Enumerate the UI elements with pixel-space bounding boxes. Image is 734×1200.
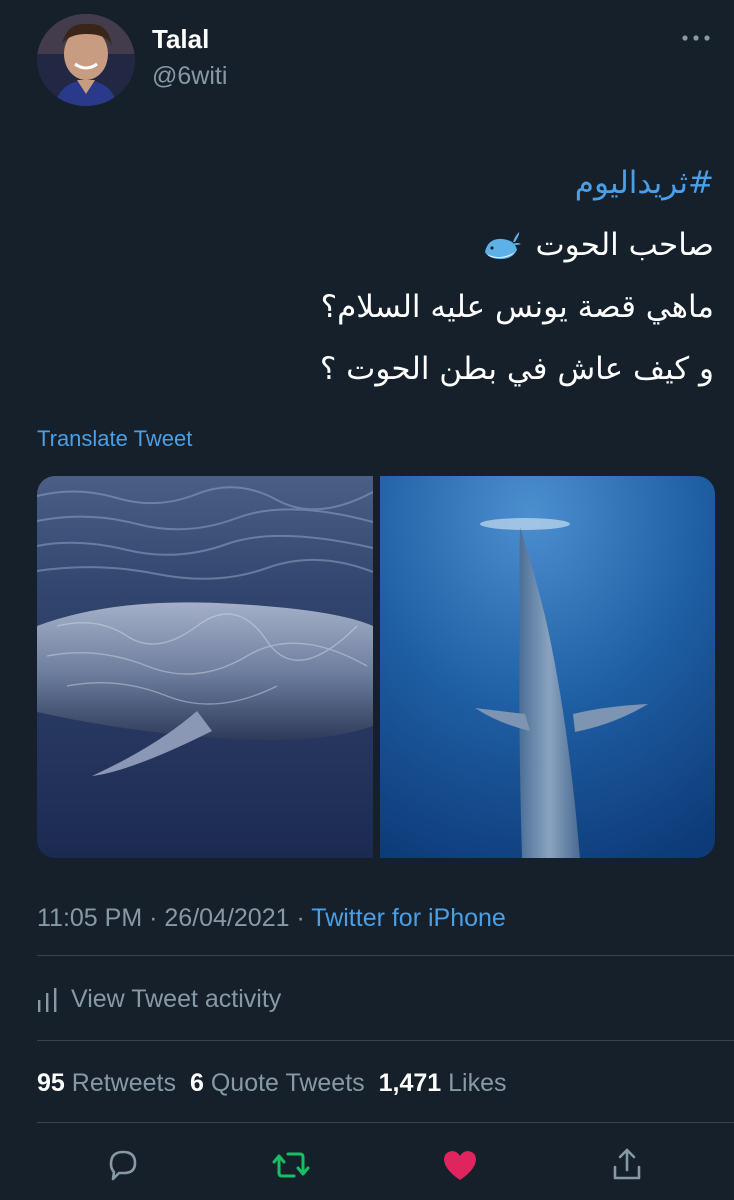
- quote-tweets-count: 6: [189, 1069, 204, 1097]
- tweet-detail: Talal @6witi #ثريداليوم صاحب الحوت ماهي …: [0, 0, 734, 1200]
- quote-tweets-stat[interactable]: 6 Quote Tweets: [190, 1069, 365, 1098]
- meta-separator: ·: [296, 904, 305, 932]
- divider: [37, 1040, 734, 1041]
- tweet-source-link[interactable]: Twitter for iPhone: [311, 904, 506, 932]
- tweet-stats: 95 Retweets 6 Quote Tweets 1,471 Likes: [37, 1069, 507, 1098]
- reply-button[interactable]: [97, 1140, 147, 1190]
- avatar[interactable]: [37, 14, 135, 106]
- retweet-icon: [272, 1152, 310, 1178]
- tweet-meta: 11:05 PM · 26/04/2021 · Twitter for iPho…: [37, 904, 506, 933]
- hashtag-link[interactable]: #ثريداليوم: [575, 165, 714, 201]
- likes-stat[interactable]: 1,471 Likes: [379, 1069, 507, 1098]
- more-icon[interactable]: [680, 30, 712, 46]
- tweet-time: 11:05 PM: [37, 904, 143, 932]
- tweet-line-3: و كيف عاش في بطن الحوت ؟: [319, 351, 714, 387]
- retweets-count: 95: [37, 1069, 65, 1097]
- like-button[interactable]: [435, 1140, 485, 1190]
- meta-separator: ·: [149, 904, 158, 932]
- divider: [37, 955, 734, 956]
- view-tweet-activity-label: View Tweet activity: [71, 985, 282, 1013]
- view-tweet-activity-button[interactable]: View Tweet activity: [37, 985, 281, 1014]
- reply-icon: [109, 1150, 137, 1181]
- divider: [37, 1122, 734, 1123]
- tweet-date: 26/04/2021: [164, 904, 290, 932]
- whale-emoji-icon: [484, 231, 521, 259]
- retweets-stat[interactable]: 95 Retweets: [37, 1069, 176, 1098]
- user-display-name[interactable]: Talal: [152, 24, 209, 55]
- share-button[interactable]: [602, 1140, 652, 1190]
- tweet-actions: [0, 1140, 734, 1190]
- tweet-body: #ثريداليوم صاحب الحوت ماهي قصة يونس عليه…: [34, 152, 714, 400]
- retweets-label: Retweets: [71, 1069, 176, 1097]
- tweet-line-2: ماهي قصة يونس عليه السلام؟: [320, 289, 714, 325]
- avatar-photo: [37, 14, 135, 106]
- translate-tweet-link[interactable]: Translate Tweet: [37, 426, 192, 452]
- media-grid: [37, 476, 715, 858]
- user-handle[interactable]: @6witi: [152, 62, 227, 91]
- bar-chart-icon: [38, 987, 57, 1012]
- tweet-line-1: صاحب الحوت: [535, 227, 715, 263]
- heart-icon: [444, 1151, 476, 1180]
- whale-photo-right[interactable]: [380, 476, 715, 858]
- likes-count: 1,471: [378, 1069, 442, 1097]
- share-icon: [613, 1148, 641, 1180]
- retweet-button[interactable]: [266, 1140, 316, 1190]
- likes-label: Likes: [448, 1069, 507, 1097]
- quote-tweets-label: Quote Tweets: [210, 1069, 365, 1097]
- whale-photo-left[interactable]: [37, 476, 373, 858]
